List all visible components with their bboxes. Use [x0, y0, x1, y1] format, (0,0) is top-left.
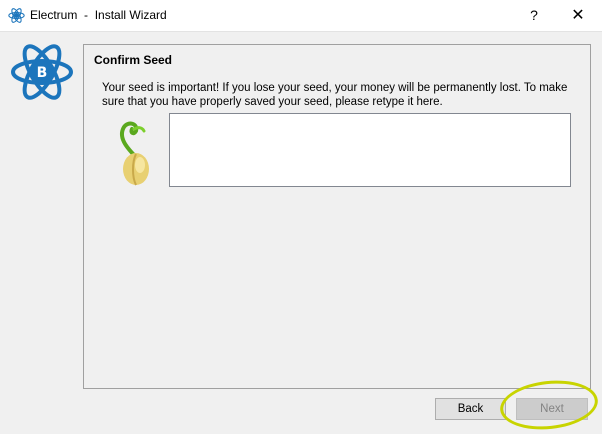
window-title: Electrum - Install Wizard [30, 8, 167, 22]
help-button[interactable]: ? [512, 0, 556, 31]
wizard-panel: Confirm Seed Your seed is important! If … [83, 44, 591, 389]
seed-sprout-icon [119, 121, 149, 186]
electrum-logo-icon [8, 8, 25, 23]
seed-description: Your seed is important! If you lose your… [102, 82, 568, 108]
svg-text:B: B [37, 65, 48, 81]
back-button[interactable]: Back [435, 398, 506, 420]
page-title: Confirm Seed [94, 53, 173, 67]
close-button[interactable]: ✕ [556, 0, 600, 31]
seed-textarea[interactable] [169, 113, 571, 187]
electrum-logo: B [11, 44, 73, 100]
title-bar: Electrum - Install Wizard ? ✕ [0, 0, 602, 32]
